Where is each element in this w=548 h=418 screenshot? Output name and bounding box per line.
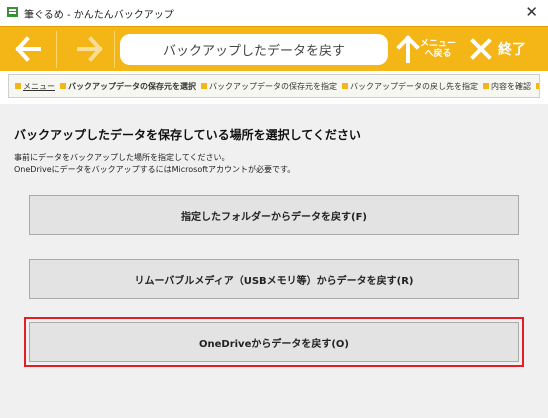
- description: 事前にデータをバックアップした場所を指定してください。 OneDriveにデータ…: [14, 152, 295, 176]
- back-to-menu-label: メニュー へ戻る: [420, 39, 457, 59]
- back-button[interactable]: [6, 29, 50, 69]
- breadcrumb-item-confirm: 内容を確認: [483, 81, 531, 92]
- page-title: バックアップしたデータを戻す: [120, 34, 388, 65]
- app-icon: [7, 7, 18, 17]
- forward-button[interactable]: [68, 29, 112, 69]
- breadcrumb-item-menu[interactable]: メニュー: [15, 81, 55, 92]
- step-marker-icon: [342, 83, 348, 89]
- step-marker-icon: [201, 83, 207, 89]
- description-line: OneDriveにデータをバックアップするにはMicrosoftアカウントが必要…: [14, 165, 296, 174]
- arrow-up-icon: [396, 35, 420, 63]
- window-close-button[interactable]: ✕: [525, 3, 538, 21]
- step-marker-icon: [536, 83, 539, 89]
- toolbar-separator: [56, 31, 57, 68]
- section-heading: バックアップしたデータを保存している場所を選択してください: [14, 128, 361, 142]
- toolbar: バックアップしたデータを戻す メニュー へ戻る 終了: [0, 26, 548, 71]
- window-title: 筆ぐるめ - かんたんバックアップ: [24, 10, 174, 21]
- step-marker-icon: [15, 83, 21, 89]
- exit-button[interactable]: 終了: [470, 29, 544, 69]
- exit-label: 終了: [498, 42, 526, 58]
- breadcrumb-item-specify-destination: バックアップデータの戻し先を指定: [342, 81, 478, 92]
- step-marker-icon: [60, 83, 66, 89]
- restore-from-folder-button[interactable]: 指定したフォルダーからデータを戻す(F): [29, 195, 519, 235]
- breadcrumb-item-select-source: バックアップデータの保存元を選択: [60, 81, 196, 92]
- arrow-right-icon: [77, 36, 103, 62]
- main-panel: バックアップしたデータを保存している場所を選択してください 事前にデータをバック…: [0, 104, 548, 418]
- restore-from-onedrive-button[interactable]: OneDriveからデータを戻す(O): [29, 322, 519, 362]
- toolbar-separator: [114, 31, 115, 68]
- step-marker-icon: [483, 83, 489, 89]
- close-icon: [470, 38, 492, 60]
- arrow-left-icon: [15, 36, 41, 62]
- title-bar: 筆ぐるめ - かんたんバックアップ ✕: [0, 0, 548, 26]
- description-line: 事前にデータをバックアップした場所を指定してください。: [14, 153, 230, 162]
- restore-from-removable-media-button[interactable]: リムーバブルメディア（USBメモリ等）からデータを戻す(R): [29, 259, 519, 299]
- breadcrumb-item-execute: 実行: [536, 81, 539, 92]
- breadcrumb-item-specify-source: バックアップデータの保存元を指定: [201, 81, 337, 92]
- breadcrumb: メニュー バックアップデータの保存元を選択 バックアップデータの保存元を指定 バ…: [8, 74, 540, 98]
- back-to-menu-button[interactable]: メニュー へ戻る: [396, 29, 462, 69]
